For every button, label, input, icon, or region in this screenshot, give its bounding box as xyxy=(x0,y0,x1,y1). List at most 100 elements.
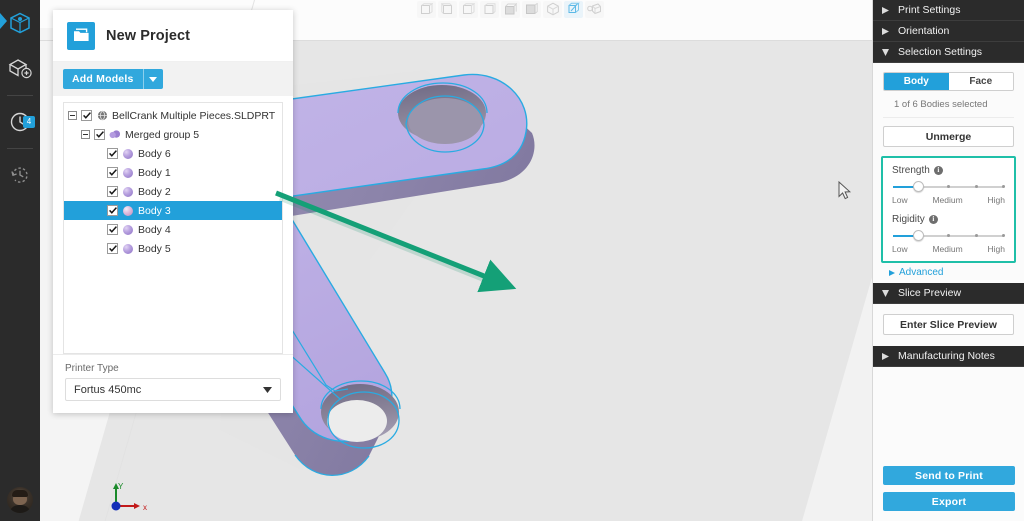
view-back-icon[interactable] xyxy=(438,0,457,18)
scale-low: Low xyxy=(892,195,908,205)
model-tree[interactable]: BellCrank Multiple Pieces.SLDPRT Merged g… xyxy=(63,102,283,354)
tab-face[interactable]: Face xyxy=(948,73,1013,90)
slider-knob[interactable] xyxy=(912,181,924,192)
chevron-down-icon[interactable] xyxy=(144,69,163,89)
tree-item-checkbox[interactable] xyxy=(107,186,118,197)
view-top-icon[interactable] xyxy=(501,0,520,18)
add-model-icon xyxy=(8,59,32,79)
chevron-down-icon xyxy=(882,289,889,297)
section-title-print-settings: Print Settings xyxy=(898,4,961,16)
section-title-slice-preview: Slice Preview xyxy=(898,287,962,299)
chevron-down-icon xyxy=(263,386,272,393)
tree-item-body-3[interactable]: Body 3 xyxy=(64,201,282,220)
strength-slider[interactable] xyxy=(893,181,1005,192)
bottom-action-bar: Send to Print Export xyxy=(873,458,1024,521)
axis-y-label: Y xyxy=(118,482,124,491)
unmerge-button[interactable]: Unmerge xyxy=(883,126,1014,147)
tree-expand-toggle[interactable] xyxy=(81,130,90,139)
view-left-icon[interactable] xyxy=(459,0,478,18)
tree-item-body-2[interactable]: Body 2 xyxy=(64,182,282,201)
chevron-right-icon xyxy=(882,27,889,35)
part-icon xyxy=(96,110,108,122)
tree-item-checkbox[interactable] xyxy=(81,110,92,121)
section-header-manufacturing-notes[interactable]: Manufacturing Notes xyxy=(873,346,1024,367)
view-fit-icon[interactable] xyxy=(564,0,583,18)
selection-mode-tabs[interactable]: Body Face xyxy=(883,72,1014,91)
tree-item-checkbox[interactable] xyxy=(107,205,118,216)
printer-type-select[interactable]: Fortus 450mc xyxy=(65,378,281,401)
chevron-down-icon xyxy=(882,48,889,56)
tree-item-checkbox[interactable] xyxy=(107,243,118,254)
rail-item-add-model[interactable] xyxy=(0,46,40,92)
tree-item-body-1[interactable]: Body 1 xyxy=(64,163,282,182)
rigidity-slider[interactable] xyxy=(893,230,1005,241)
tree-item-checkbox[interactable] xyxy=(107,148,118,159)
tree-item-checkbox[interactable] xyxy=(107,167,118,178)
scale-high: High xyxy=(987,195,1005,205)
tree-item-body-5[interactable]: Body 5 xyxy=(64,239,282,258)
export-button[interactable]: Export xyxy=(883,492,1015,511)
enter-slice-preview-button[interactable]: Enter Slice Preview xyxy=(883,314,1014,335)
chevron-right-icon xyxy=(882,352,889,360)
user-avatar[interactable] xyxy=(7,487,33,513)
tree-item-body-6[interactable]: Body 6 xyxy=(64,144,282,163)
slider-tick xyxy=(1001,234,1005,237)
slider-tick xyxy=(975,234,979,237)
send-to-print-button[interactable]: Send to Print xyxy=(883,466,1015,485)
view-bottom-icon[interactable] xyxy=(522,0,541,18)
rail-item-history[interactable] xyxy=(0,152,40,198)
schedule-badge: 4 xyxy=(23,116,35,128)
tree-item-label: Body 4 xyxy=(138,223,171,236)
chevron-right-icon xyxy=(882,6,889,14)
printer-type-section: Printer Type Fortus 450mc xyxy=(53,354,293,413)
model-view-icon xyxy=(10,12,30,34)
body-icon xyxy=(122,205,134,217)
slider-tick xyxy=(975,185,979,188)
tree-expand-toggle[interactable] xyxy=(68,111,77,120)
view-toolbar[interactable] xyxy=(417,0,604,18)
scale-medium: Medium xyxy=(932,244,963,254)
right-settings-panel: Print Settings Orientation Selection Set… xyxy=(872,0,1024,521)
printer-type-value: Fortus 450mc xyxy=(74,383,142,396)
tree-item-label: BellCrank Multiple Pieces.SLDPRT xyxy=(112,109,276,122)
selection-count-text: 1 of 6 Bodies selected xyxy=(883,91,1014,118)
view-front-icon[interactable] xyxy=(417,0,436,18)
section-header-orientation[interactable]: Orientation xyxy=(873,21,1024,42)
body-icon xyxy=(122,243,134,255)
tree-item-label: Body 6 xyxy=(138,147,171,160)
left-rail[interactable]: 4 xyxy=(0,0,40,521)
add-models-label: Add Models xyxy=(72,73,134,85)
slider-knob[interactable] xyxy=(912,230,924,241)
tree-item-checkbox[interactable] xyxy=(107,224,118,235)
info-icon[interactable]: i xyxy=(933,166,943,175)
chevron-right-icon xyxy=(889,269,895,276)
rail-item-models[interactable] xyxy=(0,0,40,46)
axis-x-label: x xyxy=(143,503,147,512)
slider-tick xyxy=(1001,185,1005,188)
advanced-toggle[interactable]: Advanced xyxy=(873,263,1024,283)
section-title-orientation: Orientation xyxy=(898,25,950,37)
rigidity-slider-scale: Low Medium High xyxy=(892,244,1005,254)
tree-item-bellcrank-multiple-pieces-sldprt[interactable]: BellCrank Multiple Pieces.SLDPRT xyxy=(64,106,282,125)
info-icon[interactable]: i xyxy=(928,215,938,224)
tab-body[interactable]: Body xyxy=(884,73,949,90)
section-header-slice-preview[interactable]: Slice Preview xyxy=(873,283,1024,304)
view-iso-icon[interactable] xyxy=(543,0,562,18)
tree-item-body-4[interactable]: Body 4 xyxy=(64,220,282,239)
section-title-selection-settings: Selection Settings xyxy=(898,46,983,58)
project-folder-icon xyxy=(67,21,95,50)
tree-item-checkbox[interactable] xyxy=(94,129,105,140)
body-icon xyxy=(122,186,134,198)
history-icon xyxy=(11,167,28,183)
merged-group-icon xyxy=(109,129,121,141)
view-right-icon[interactable] xyxy=(480,0,499,18)
view-perspective-icon[interactable] xyxy=(585,0,604,18)
tree-item-merged-group-5[interactable]: Merged group 5 xyxy=(64,125,282,144)
axis-triad: Y x xyxy=(111,482,147,512)
section-header-selection-settings[interactable]: Selection Settings xyxy=(873,42,1024,63)
slider-tick xyxy=(947,185,951,188)
application-window: Y x 4 New Project Add Models BellCrank M… xyxy=(0,0,1024,521)
rail-item-schedule[interactable]: 4 xyxy=(0,99,40,145)
add-models-button[interactable]: Add Models xyxy=(63,69,163,89)
section-header-print-settings[interactable]: Print Settings xyxy=(873,0,1024,21)
